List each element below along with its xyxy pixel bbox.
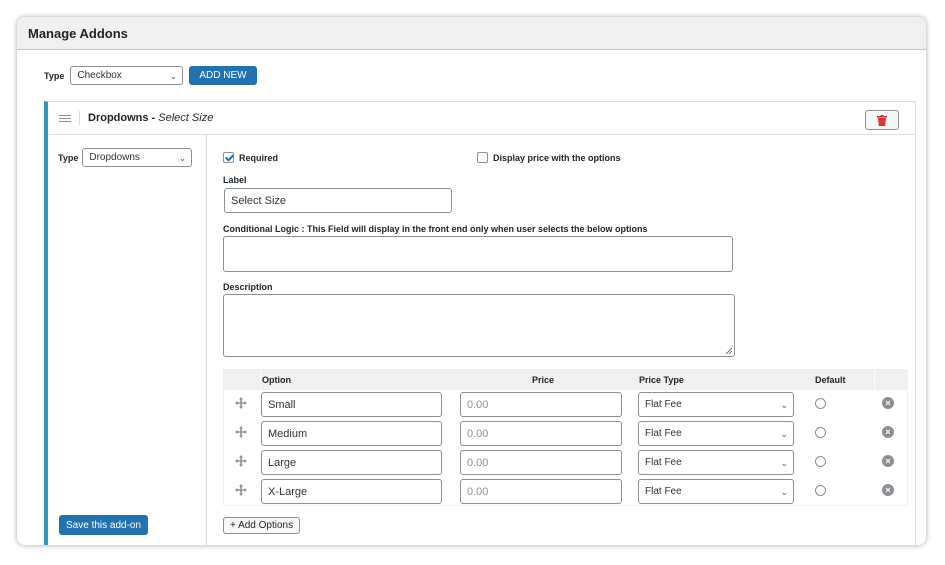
addon-type-value: Dropdowns [89, 152, 140, 163]
option-price-type-select[interactable]: Flat Fee ⌄ [638, 479, 794, 504]
default-radio[interactable] [815, 398, 826, 409]
option-name-value: X-Large [268, 485, 308, 498]
hamburger-icon[interactable] [59, 114, 71, 122]
type-select-value: Checkbox [77, 70, 122, 81]
option-name-input[interactable]: Large [261, 450, 442, 475]
options-table-header: Option Price Price Type Default [224, 370, 907, 390]
option-name-value: Large [268, 456, 297, 469]
manage-addons-panel: Manage Addons Type Checkbox ⌄ ADD NEW Dr… [17, 17, 926, 545]
display-price-checkbox[interactable] [477, 152, 488, 163]
save-addon-button[interactable]: Save this add-on [59, 515, 149, 535]
addon-left-column: Type Dropdowns ⌄ Save this add-on [48, 135, 207, 545]
display-price-label: Display price with the options [493, 152, 621, 163]
panel-title: Manage Addons [17, 17, 926, 50]
default-radio[interactable] [815, 485, 826, 496]
option-price-type-value: Flat Fee [645, 399, 682, 410]
option-price-input[interactable]: 0.00 [460, 450, 622, 475]
remove-circle-icon[interactable]: × [882, 455, 894, 467]
addon-type-select[interactable]: Dropdowns ⌄ [82, 148, 193, 167]
drag-move-icon[interactable] [235, 455, 247, 467]
display-price-row: Display price with the options [477, 152, 621, 163]
label-title: Label [223, 175, 247, 185]
addon-title-type: Dropdowns - [88, 112, 156, 124]
option-name-input[interactable]: X-Large [261, 479, 442, 504]
resize-handle-icon[interactable] [726, 348, 732, 354]
option-price-type-value: Flat Fee [645, 428, 682, 439]
header-default: Default [815, 375, 846, 385]
option-price-type-select[interactable]: Flat Fee ⌄ [638, 421, 794, 446]
label-input[interactable]: Select Size [224, 188, 452, 213]
option-price-input[interactable]: 0.00 [460, 421, 622, 446]
header-price: Price [532, 375, 555, 385]
option-price-type-select[interactable]: Flat Fee ⌄ [638, 392, 794, 417]
addon-header: Dropdowns - Select Size [48, 102, 915, 135]
remove-circle-icon[interactable]: × [882, 426, 894, 438]
required-label: Required [239, 152, 279, 163]
trash-icon [877, 114, 887, 126]
conditional-logic-title: Conditional Logic : This Field will disp… [223, 224, 648, 234]
description-title: Description [223, 282, 273, 292]
remove-circle-icon[interactable]: × [882, 397, 894, 409]
default-radio[interactable] [815, 427, 826, 438]
add-options-button[interactable]: + Add Options [223, 517, 301, 534]
addon-card: Dropdowns - Select Size Type Dropdowns ⌄… [44, 101, 916, 545]
drag-move-icon[interactable] [235, 397, 247, 409]
top-type-bar: Type Checkbox ⌄ ADD NEW [44, 66, 257, 85]
type-select[interactable]: Checkbox ⌄ [70, 66, 184, 85]
option-price-placeholder: 0.00 [467, 485, 489, 498]
options-table: Option Price Price Type Default Small 0.… [223, 369, 908, 506]
header-price-type: Price Type [639, 375, 684, 385]
required-checkbox[interactable] [223, 152, 234, 163]
chevron-down-icon: ⌄ [178, 153, 187, 163]
chevron-down-icon: ⌄ [169, 71, 178, 81]
description-textarea[interactable] [223, 294, 735, 357]
option-name-input[interactable]: Small [261, 392, 442, 417]
delete-addon-button[interactable] [865, 110, 899, 130]
conditional-logic-field[interactable] [223, 236, 733, 272]
left-type-label: Type [58, 152, 79, 163]
left-type-row: Type Dropdowns ⌄ [58, 148, 193, 167]
option-price-type-select[interactable]: Flat Fee ⌄ [638, 450, 794, 475]
label-input-value: Select Size [231, 194, 287, 207]
required-row: Required [223, 152, 278, 163]
drag-move-icon[interactable] [235, 484, 247, 496]
type-label: Type [44, 70, 65, 81]
option-name-value: Medium [268, 427, 308, 440]
option-price-input[interactable]: 0.00 [460, 479, 622, 504]
chevron-down-icon: ⌄ [780, 487, 788, 497]
drag-move-icon[interactable] [235, 426, 247, 438]
remove-circle-icon[interactable]: × [882, 484, 894, 496]
header-separator [79, 111, 80, 125]
option-price-type-value: Flat Fee [645, 457, 682, 468]
option-name-value: Small [268, 398, 296, 411]
option-name-input[interactable]: Medium [261, 421, 442, 446]
header-option: Option [262, 375, 291, 385]
addon-settings: Required Display price with the options … [223, 135, 915, 545]
chevron-down-icon: ⌄ [780, 458, 788, 468]
addon-title: Dropdowns - Select Size [88, 112, 213, 124]
option-price-placeholder: 0.00 [467, 456, 489, 469]
option-price-type-value: Flat Fee [645, 486, 682, 497]
add-new-button[interactable]: ADD NEW [189, 66, 257, 85]
addon-title-name: Select Size [158, 112, 214, 124]
option-price-input[interactable]: 0.00 [460, 392, 622, 417]
chevron-down-icon: ⌄ [780, 429, 788, 439]
default-radio[interactable] [815, 456, 826, 467]
chevron-down-icon: ⌄ [780, 400, 788, 410]
option-price-placeholder: 0.00 [467, 398, 489, 411]
option-price-placeholder: 0.00 [467, 427, 489, 440]
